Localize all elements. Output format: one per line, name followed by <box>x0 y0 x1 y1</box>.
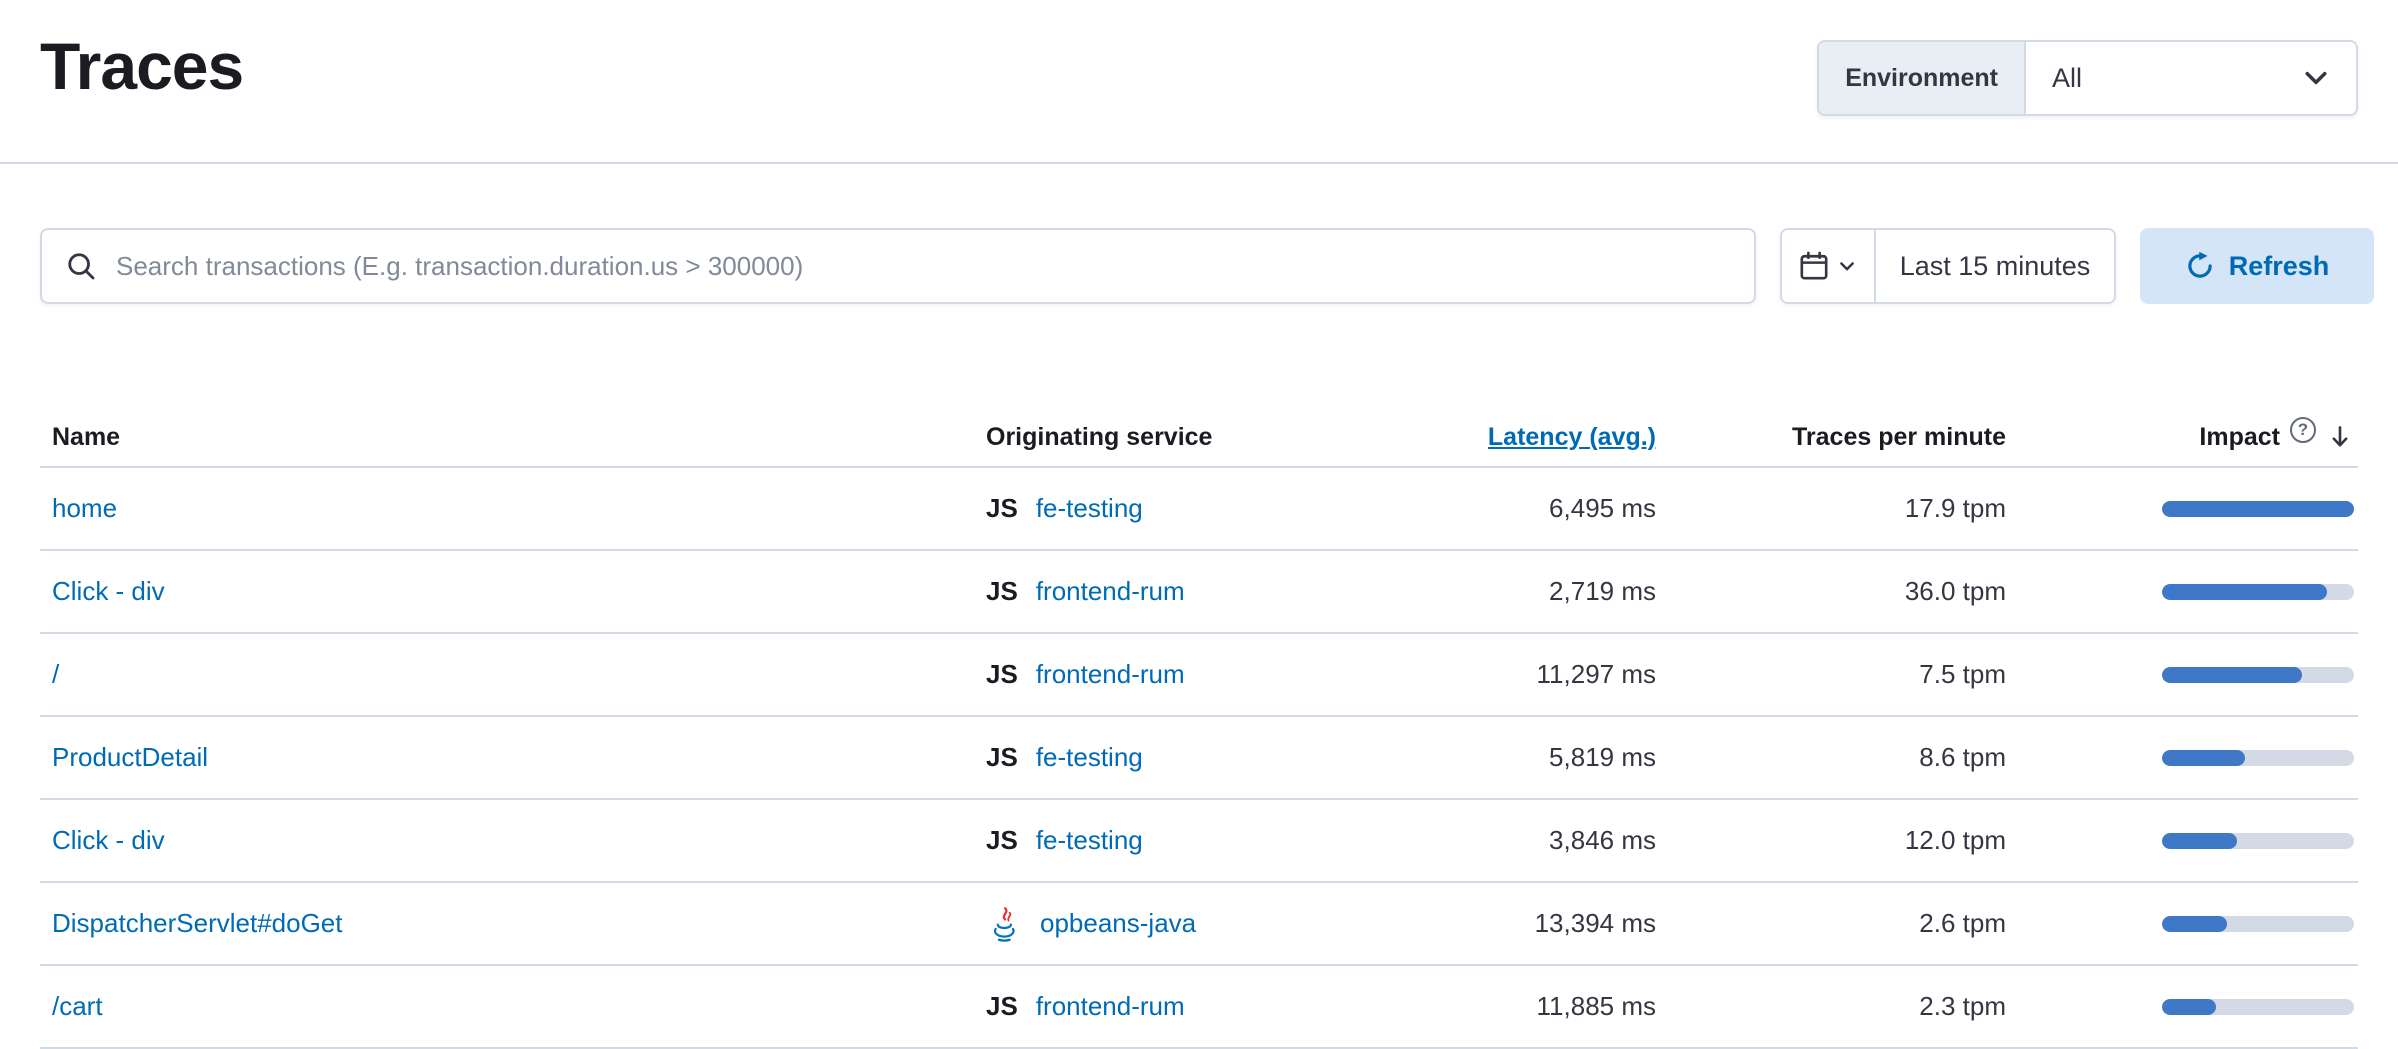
time-range-button[interactable]: Last 15 minutes <box>1876 230 2114 302</box>
environment-control[interactable]: Environment All <box>1817 40 2358 116</box>
js-icon: JS <box>986 576 1018 607</box>
tpm-value: 2.6 tpm <box>1664 908 2014 939</box>
transaction-link[interactable]: Click - div <box>52 825 165 855</box>
impact-bar <box>2162 501 2354 517</box>
service-link[interactable]: frontend-rum <box>1036 576 1185 607</box>
service-link[interactable]: fe-testing <box>1036 742 1143 773</box>
service-link[interactable]: opbeans-java <box>1040 908 1196 939</box>
header-tpm: Traces per minute <box>1664 423 2014 452</box>
table-row: Click - div JS frontend-rum 2,719 ms 36.… <box>40 551 2358 634</box>
impact-bar-fill <box>2162 584 2327 600</box>
service-link[interactable]: frontend-rum <box>1036 659 1185 690</box>
header-service: Originating service <box>974 423 1424 452</box>
impact-bar-fill <box>2162 833 2237 849</box>
table-row: ProductDetail JS fe-testing 5,819 ms 8.6… <box>40 717 2358 800</box>
impact-bar <box>2162 916 2354 932</box>
js-icon: JS <box>986 659 1018 690</box>
search-box[interactable] <box>40 228 1756 304</box>
impact-bar <box>2162 667 2354 683</box>
tpm-value: 7.5 tpm <box>1664 659 2014 690</box>
transaction-link[interactable]: DispatcherServlet#doGet <box>52 908 342 938</box>
traces-table: Name Originating service Latency (avg.) … <box>40 408 2358 1049</box>
header-name: Name <box>40 423 974 452</box>
header-impact-label: Impact <box>2199 423 2280 452</box>
impact-bar <box>2162 750 2354 766</box>
js-icon: JS <box>986 742 1018 773</box>
tpm-value: 8.6 tpm <box>1664 742 2014 773</box>
environment-select[interactable]: All <box>2026 42 2356 114</box>
header-impact[interactable]: Impact ? <box>2014 423 2354 452</box>
impact-bar <box>2162 999 2354 1015</box>
transaction-link[interactable]: home <box>52 493 117 523</box>
service-link[interactable]: fe-testing <box>1036 493 1143 524</box>
header-latency[interactable]: Latency (avg.) <box>1488 423 1656 451</box>
latency-value: 11,885 ms <box>1424 991 1664 1022</box>
latency-value: 3,846 ms <box>1424 825 1664 856</box>
table-row: Click - div JS fe-testing 3,846 ms 12.0 … <box>40 800 2358 883</box>
service-link[interactable]: fe-testing <box>1036 825 1143 856</box>
impact-bar-fill <box>2162 667 2302 683</box>
impact-bar <box>2162 833 2354 849</box>
impact-bar-fill <box>2162 750 2245 766</box>
table-row: DispatcherServlet#doGet opbeans-java 13,… <box>40 883 2358 966</box>
impact-bar-fill <box>2162 501 2354 517</box>
latency-value: 5,819 ms <box>1424 742 1664 773</box>
java-icon <box>986 906 1022 942</box>
tpm-value: 2.3 tpm <box>1664 991 2014 1022</box>
table-row: home JS fe-testing 6,495 ms 17.9 tpm <box>40 468 2358 551</box>
tpm-value: 17.9 tpm <box>1664 493 2014 524</box>
calendar-icon <box>1799 251 1829 281</box>
chevron-down-icon <box>1837 256 1857 276</box>
tpm-value: 12.0 tpm <box>1664 825 2014 856</box>
search-input[interactable] <box>114 250 1730 283</box>
transaction-link[interactable]: Click - div <box>52 576 165 606</box>
toolbar: Last 15 minutes Refresh <box>0 228 2398 304</box>
js-icon: JS <box>986 991 1018 1022</box>
page-title: Traces <box>40 26 243 106</box>
refresh-icon <box>2185 251 2215 281</box>
calendar-button[interactable] <box>1782 230 1876 302</box>
page-header: Traces Environment All <box>0 0 2398 116</box>
latency-value: 6,495 ms <box>1424 493 1664 524</box>
transaction-link[interactable]: / <box>52 659 59 689</box>
table-row: /cart JS frontend-rum 11,885 ms 2.3 tpm <box>40 966 2358 1049</box>
sort-desc-icon <box>2326 423 2354 451</box>
refresh-label: Refresh <box>2229 251 2330 282</box>
date-picker: Last 15 minutes <box>1780 228 2116 304</box>
header-divider <box>0 162 2398 164</box>
chevron-down-icon <box>2302 64 2330 92</box>
js-icon: JS <box>986 493 1018 524</box>
impact-bar <box>2162 584 2354 600</box>
transaction-link[interactable]: ProductDetail <box>52 742 208 772</box>
latency-value: 2,719 ms <box>1424 576 1664 607</box>
environment-value: All <box>2052 63 2082 94</box>
table-header: Name Originating service Latency (avg.) … <box>40 408 2358 468</box>
table-row: / JS frontend-rum 11,297 ms 7.5 tpm <box>40 634 2358 717</box>
transaction-link[interactable]: /cart <box>52 991 103 1021</box>
search-icon <box>66 251 96 281</box>
refresh-button[interactable]: Refresh <box>2140 228 2374 304</box>
service-link[interactable]: frontend-rum <box>1036 991 1185 1022</box>
impact-bar-fill <box>2162 999 2216 1015</box>
help-icon: ? <box>2290 417 2316 443</box>
latency-value: 13,394 ms <box>1424 908 1664 939</box>
tpm-value: 36.0 tpm <box>1664 576 2014 607</box>
environment-label: Environment <box>1819 42 2026 114</box>
js-icon: JS <box>986 825 1018 856</box>
impact-bar-fill <box>2162 916 2227 932</box>
latency-value: 11,297 ms <box>1424 659 1664 690</box>
